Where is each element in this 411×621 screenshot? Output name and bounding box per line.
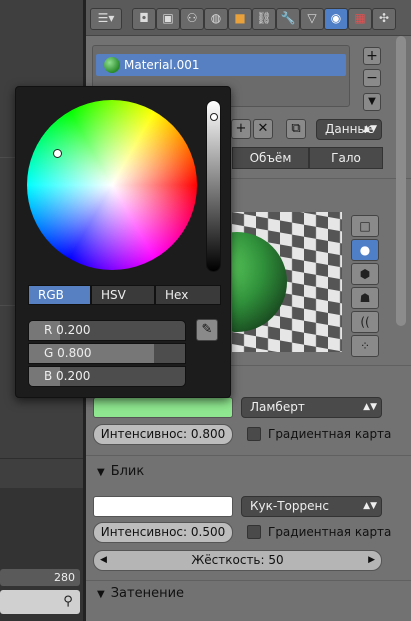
value-slider[interactable] xyxy=(206,100,221,272)
value-slider-knob[interactable] xyxy=(210,113,218,121)
preview-monkey-button[interactable]: ☗ xyxy=(351,287,379,309)
collapse-triangle-icon: ▼ xyxy=(97,589,105,600)
constraints-icon[interactable]: ⛓ xyxy=(252,8,276,30)
green-channel-slider[interactable]: G 0.800 xyxy=(28,343,186,364)
keying-field[interactable]: ⚲ xyxy=(0,590,80,614)
render-icon[interactable]: ◘ xyxy=(132,8,156,30)
decrement-arrow-icon[interactable]: ◀ xyxy=(100,551,107,570)
red-channel-slider[interactable]: R 0.200 xyxy=(28,320,186,341)
diffuse-shader-dropdown[interactable]: Ламберт ▲▼ xyxy=(241,397,382,418)
modifiers-icon[interactable]: 🔧 xyxy=(276,8,300,30)
preview-sphere-button[interactable]: ● xyxy=(351,239,379,261)
remove-slot-button[interactable]: − xyxy=(363,69,381,87)
specular-intensity-slider[interactable]: Интенсивнос: 0.500 xyxy=(93,522,233,543)
tab-volume[interactable]: Объём xyxy=(232,147,309,169)
specular-header[interactable]: ▼ Блик xyxy=(97,464,144,479)
preview-cube-button[interactable]: ⬢ xyxy=(351,263,379,285)
slot-menu-button[interactable]: ▼ xyxy=(363,93,381,111)
preview-hair-button[interactable]: (( xyxy=(351,311,379,333)
color-wheel-cursor[interactable] xyxy=(53,149,62,158)
header-line xyxy=(0,458,83,459)
diffuse-color-swatch[interactable] xyxy=(93,397,233,418)
diffuse-ramp-checkbox[interactable] xyxy=(247,427,261,441)
scene-icon[interactable]: ⚇ xyxy=(180,8,204,30)
frame-field[interactable]: 280 xyxy=(0,569,80,586)
tab-halo[interactable]: Гало xyxy=(309,147,383,169)
unlink-material-button[interactable]: ✕ xyxy=(253,119,273,139)
add-material-button[interactable]: + xyxy=(231,119,251,139)
editor-type-button[interactable]: ☰▾ xyxy=(90,8,122,30)
specular-color-swatch[interactable] xyxy=(93,496,233,517)
mode-tab-hsv[interactable]: HSV xyxy=(91,285,155,305)
color-wheel[interactable] xyxy=(27,100,197,270)
hardness-slider[interactable]: ◀ Жёсткость: 50 ▶ xyxy=(93,550,382,571)
separator xyxy=(86,580,411,581)
collapse-triangle-icon: ▼ xyxy=(97,467,105,478)
world-icon[interactable]: ◍ xyxy=(204,8,228,30)
material-slot-item[interactable]: Material.001 xyxy=(96,54,346,76)
preview-flat-button[interactable]: □ xyxy=(351,215,379,237)
eyedropper-icon[interactable]: ✎ xyxy=(196,319,218,341)
specular-ramp-checkbox[interactable] xyxy=(247,525,261,539)
browse-material-button[interactable]: ⧉ xyxy=(286,119,306,139)
texture-icon[interactable]: ▦ xyxy=(348,8,372,30)
mode-tab-rgb[interactable]: RGB xyxy=(28,285,91,305)
material-preview xyxy=(232,212,342,352)
increment-arrow-icon[interactable]: ▶ xyxy=(368,551,375,570)
add-slot-button[interactable]: + xyxy=(363,47,381,65)
blue-channel-slider[interactable]: B 0.200 xyxy=(28,366,186,387)
data-icon[interactable]: ▽ xyxy=(300,8,324,30)
material-sphere-icon xyxy=(104,57,120,73)
link-data-dropdown[interactable]: Данные ▲▼ xyxy=(316,119,382,140)
shading-header[interactable]: ▼ Затенение xyxy=(97,586,184,601)
object-icon[interactable]: ■ xyxy=(228,8,252,30)
properties-scrollbar[interactable] xyxy=(396,36,406,326)
mode-tab-hex[interactable]: Hex xyxy=(155,285,221,305)
specular-shader-dropdown[interactable]: Кук-Торренс ▲▼ xyxy=(241,496,382,517)
particles-icon[interactable]: ✣ xyxy=(372,8,396,30)
properties-toolbar: ☰▾ ◘ ▣ ⚇ ◍ ■ ⛓ 🔧 ▽ ◉ ▦ ✣ xyxy=(86,0,411,36)
diffuse-intensity-slider[interactable]: Интенсивнос: 0.800 xyxy=(93,424,233,445)
layers-icon[interactable]: ▣ xyxy=(156,8,180,30)
diffuse-ramp-label: Градиентная карта xyxy=(268,427,392,441)
specular-ramp-label: Градиентная карта xyxy=(268,525,392,539)
separator xyxy=(86,455,411,456)
material-icon[interactable]: ◉ xyxy=(324,8,348,30)
preview-sky-button[interactable]: ⁘ xyxy=(351,335,379,357)
link-icon[interactable]: ⚲ xyxy=(60,594,76,610)
